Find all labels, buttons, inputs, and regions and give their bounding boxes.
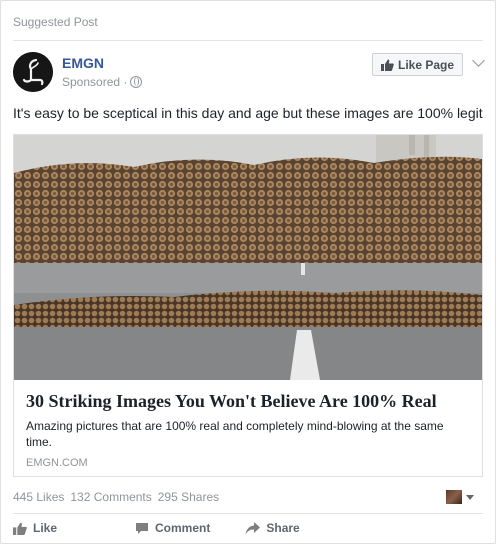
like-button[interactable]: Like (13, 521, 57, 535)
share-arrow-icon (245, 521, 261, 534)
page-avatar[interactable] (13, 52, 53, 92)
actions-divider (13, 513, 483, 514)
suggested-post-card: Suggested Post EMGN Sponsored · Like Pag… (0, 0, 496, 544)
comment-button[interactable]: Comment (135, 521, 210, 535)
thumbs-up-icon (380, 59, 394, 71)
logo-icon (13, 52, 53, 92)
post-actions: Like Comment Share (13, 521, 300, 535)
link-description: Amazing pictures that are 100% real and … (26, 419, 444, 449)
globe-icon (130, 76, 143, 88)
link-title[interactable]: 30 Striking Images You Won't Believe Are… (26, 391, 437, 412)
link-preview[interactable]: 30 Striking Images You Won't Believe Are… (13, 134, 483, 477)
link-domain: EMGN.COM (26, 457, 88, 469)
thumbs-up-icon (13, 522, 27, 535)
comment-icon (136, 522, 149, 534)
likes-count[interactable]: 445 Likes (13, 490, 64, 504)
page-name-link[interactable]: EMGN (62, 55, 104, 71)
header-divider (13, 40, 483, 41)
post-message: It's easy to be sceptical in this day an… (13, 105, 483, 121)
comment-label: Comment (155, 521, 211, 535)
like-page-button[interactable]: Like Page (372, 53, 463, 76)
share-button[interactable]: Share (245, 521, 300, 535)
viewer-avatar[interactable] (446, 490, 462, 504)
comments-count[interactable]: 132 Comments (70, 490, 151, 504)
engagement-stats: 445 Likes 132 Comments 295 Shares (13, 490, 219, 504)
share-label: Share (266, 521, 300, 535)
sponsored-line: Sponsored · (62, 75, 143, 89)
like-label: Like (33, 521, 58, 535)
sponsored-label: Sponsored · (62, 75, 128, 89)
like-page-label: Like Page (397, 57, 455, 72)
chevron-down-icon[interactable] (472, 54, 485, 67)
shares-count[interactable]: 295 Shares (158, 490, 219, 504)
caret-down-icon[interactable] (466, 495, 474, 500)
link-preview-image[interactable] (14, 135, 482, 380)
suggested-post-label: Suggested Post (13, 15, 98, 29)
